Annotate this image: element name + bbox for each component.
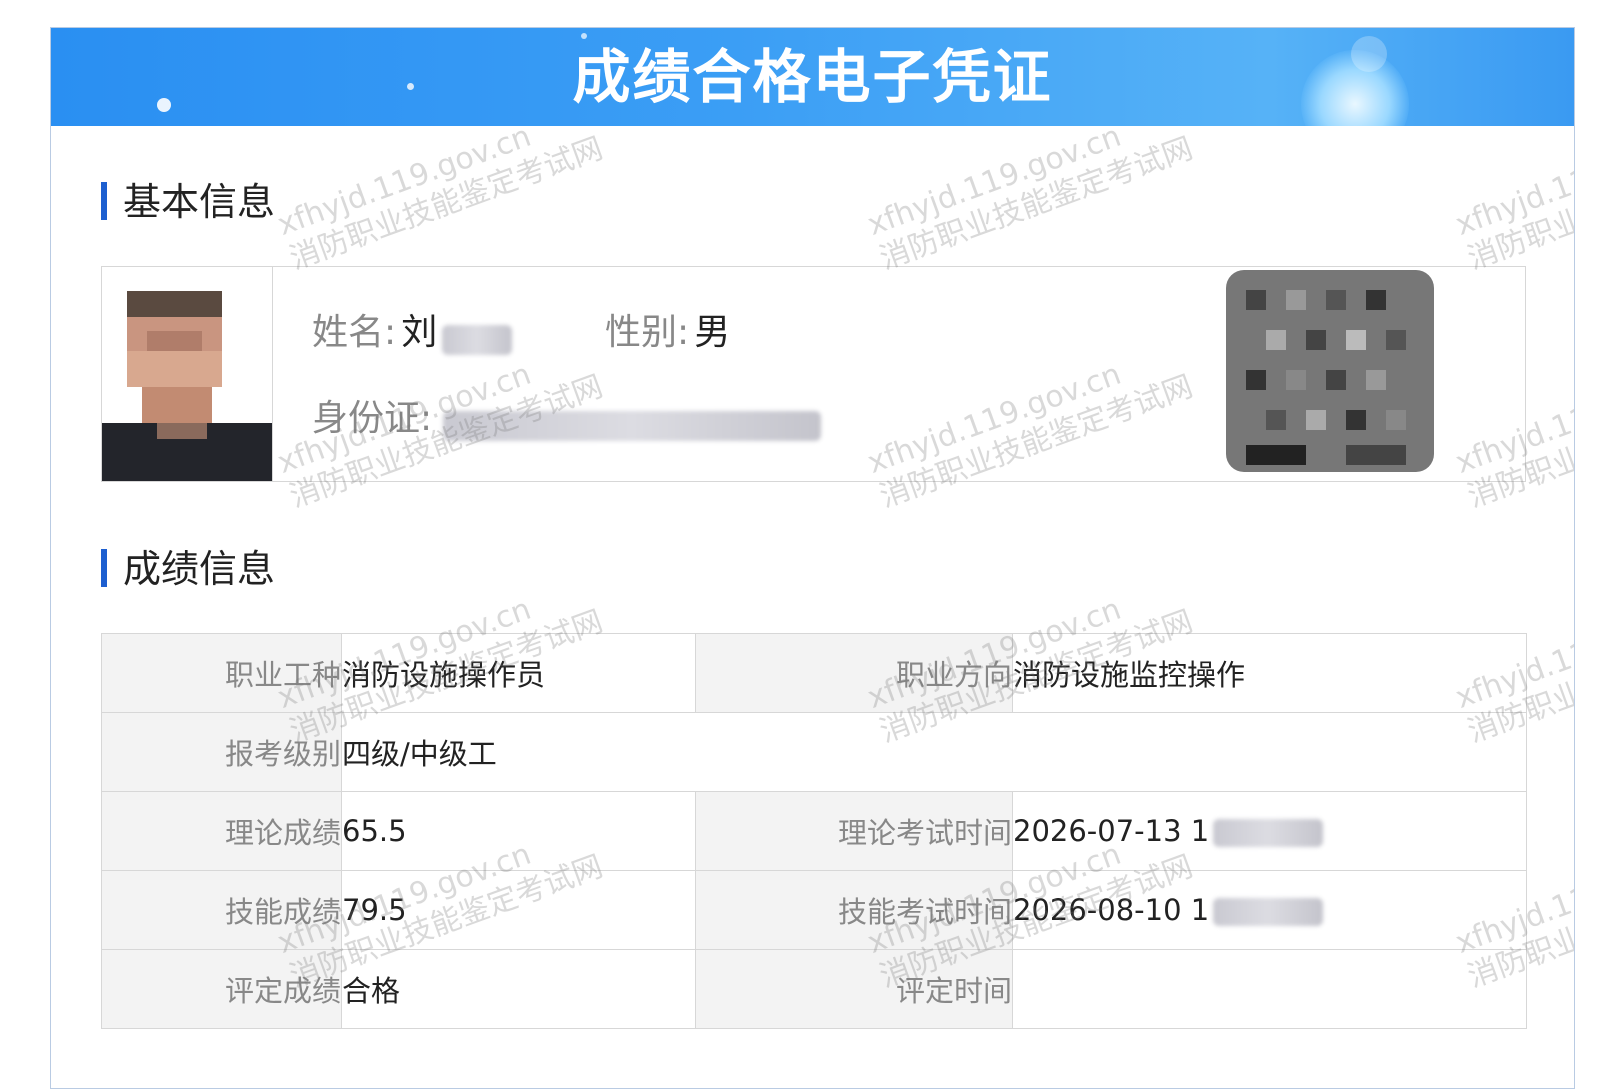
- table-row: 职业工种 消防设施操作员 职业方向 消防设施监控操作: [101, 633, 1527, 713]
- name-field: 姓名: 刘: [312, 311, 513, 355]
- score-info-heading: 成绩信息: [101, 549, 275, 589]
- theory-score-label: 理论成绩: [101, 791, 342, 871]
- basic-info-heading: 基本信息: [101, 182, 275, 222]
- table-row: 理论成绩 65.5 理论考试时间 2026-07-13 1: [101, 791, 1527, 871]
- name-redacted: [442, 324, 513, 355]
- score-table: 职业工种 消防设施操作员 职业方向 消防设施监控操作 报考级别 四级/中级工 理…: [101, 633, 1527, 1029]
- occupation-label: 职业工种: [101, 633, 342, 713]
- qr-code: [1226, 270, 1434, 472]
- avatar: [102, 291, 272, 481]
- occupation-value: 消防设施操作员: [341, 633, 696, 713]
- name-label: 姓名:: [312, 312, 397, 353]
- skill-time-cell: 2026-08-10 1: [1012, 870, 1527, 950]
- skill-score-value: 79.5: [341, 870, 696, 950]
- level-label: 报考级别: [101, 712, 342, 792]
- result-value: 合格: [341, 949, 696, 1029]
- certificate-banner: 成绩合格电子凭证: [51, 28, 1574, 126]
- theory-time-label: 理论考试时间: [695, 791, 1013, 871]
- page-title: 成绩合格电子凭证: [572, 43, 1053, 111]
- result-time-label: 评定时间: [695, 949, 1013, 1029]
- table-row: 评定成绩 合格 评定时间: [101, 949, 1527, 1029]
- gender-field: 性别: 男: [605, 311, 730, 355]
- result-time-value: [1012, 949, 1527, 1029]
- theory-time-redacted: [1213, 819, 1324, 847]
- id-field: 身份证:: [312, 397, 822, 441]
- id-number-redacted: [443, 410, 822, 441]
- basic-info-panel: 姓名: 刘 性别: 男 身份证:: [101, 266, 1526, 482]
- level-value: 四级/中级工: [341, 712, 1527, 792]
- skill-score-label: 技能成绩: [101, 870, 342, 950]
- result-label: 评定成绩: [101, 949, 342, 1029]
- theory-score-value: 65.5: [341, 791, 696, 871]
- gender-label: 性别:: [605, 312, 690, 353]
- gender-value: 男: [694, 312, 731, 353]
- id-label: 身份证:: [312, 398, 433, 439]
- table-row: 技能成绩 79.5 技能考试时间 2026-08-10 1: [101, 870, 1527, 950]
- skill-time-label: 技能考试时间: [695, 870, 1013, 950]
- theory-time-cell: 2026-07-13 1: [1012, 791, 1527, 871]
- table-row: 报考级别 四级/中级工: [101, 712, 1527, 792]
- direction-label: 职业方向: [695, 633, 1013, 713]
- skill-time-value: 2026-08-10 1: [1013, 893, 1210, 927]
- skill-time-redacted: [1213, 898, 1324, 926]
- certificate-card: 成绩合格电子凭证 基本信息 姓名: 刘 性别: 男 身份证: 成绩信息 职业工种…: [50, 27, 1575, 1089]
- direction-value: 消防设施监控操作: [1012, 633, 1527, 713]
- theory-time-value: 2026-07-13 1: [1013, 814, 1210, 848]
- name-value: 刘: [401, 312, 438, 353]
- photo-cell: [102, 267, 273, 481]
